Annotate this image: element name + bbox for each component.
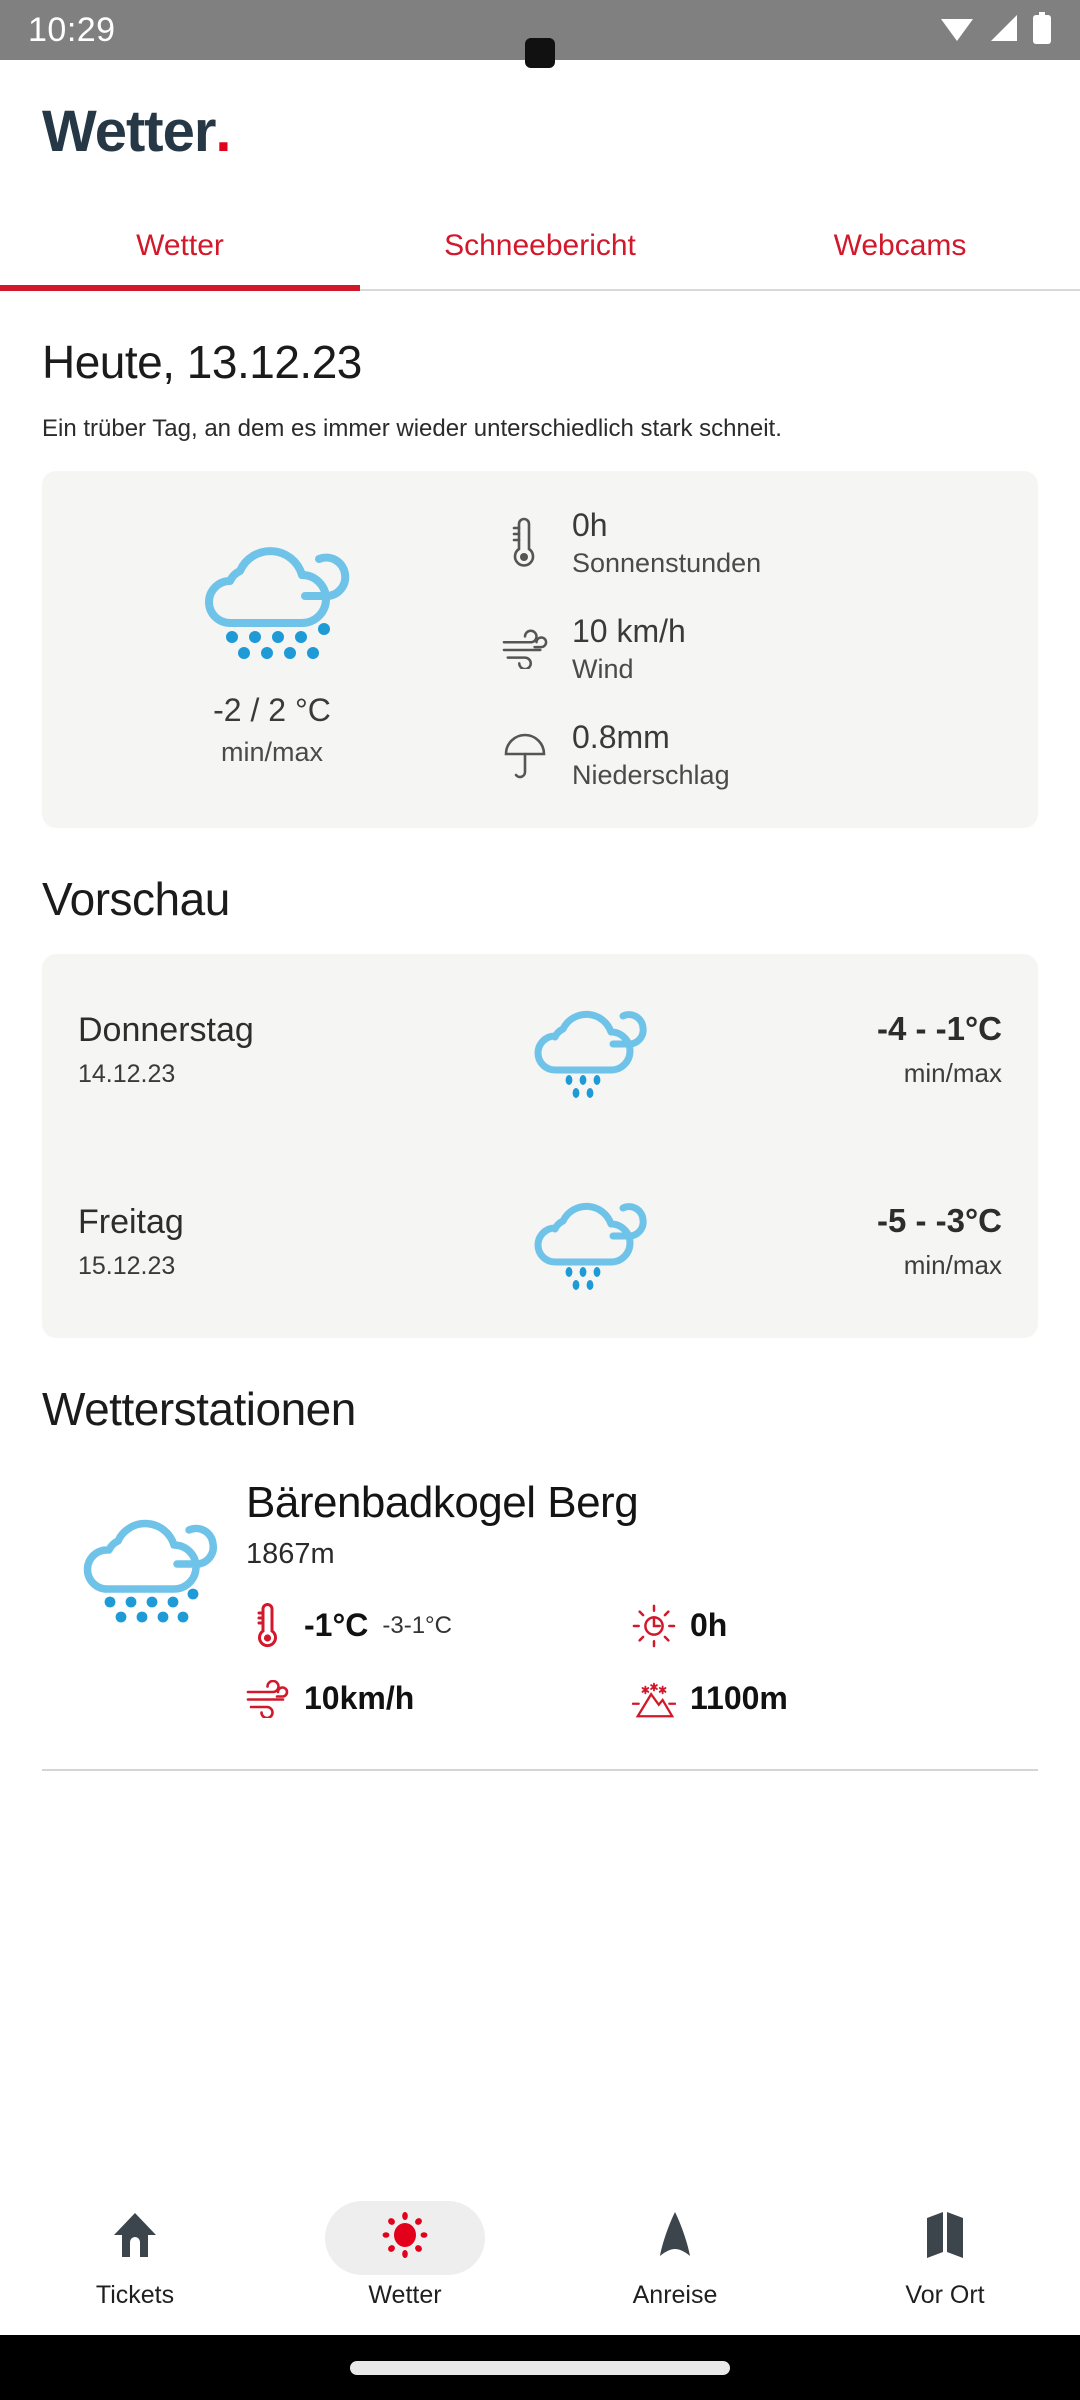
forecast-day: Freitag 15.12.23	[42, 1203, 442, 1281]
station-altitude: 1867m	[246, 1537, 335, 1570]
tab-webcams[interactable]: Webcams	[720, 213, 1080, 289]
forecast-card: Donnerstag 14.12.23 -4 - -1°C min/max Fr…	[42, 953, 1038, 1338]
station-name: Bärenbadkogel Berg	[246, 1477, 639, 1527]
camera-notch	[525, 38, 555, 68]
stat-sonnenstunden: 0h Sonnenstunden	[502, 507, 1038, 579]
today-card[interactable]: -2 / 2 °C min/max 0h Sonnenstunden 10 km…	[42, 471, 1038, 828]
forecast-range-label: min/max	[903, 1250, 1002, 1281]
station-stat-value: 0h	[690, 1607, 728, 1644]
rain-cloud-icon	[442, 1192, 738, 1292]
station-stat-value: -1°C	[304, 1607, 369, 1644]
stat-value: 0.8mm	[572, 719, 670, 756]
stat-wind: 10 km/h Wind	[502, 613, 1038, 685]
today-stats: 0h Sonnenstunden 10 km/h Wind 0.8mm Nied…	[502, 507, 1038, 792]
stat-niederschlag: 0.8mm Niederschlag	[502, 719, 1038, 791]
gesture-bar	[0, 2335, 1080, 2400]
section-divider	[42, 1768, 1038, 1771]
forecast-day-name: Donnerstag	[78, 1010, 254, 1049]
app-brand: Wetter.	[0, 60, 1080, 165]
tab-bar[interactable]: Wetter Schneebericht Webcams	[0, 213, 1080, 291]
nav-pill-active	[325, 2200, 485, 2275]
bottom-navigation[interactable]: Tickets Wetter Anreise Vor Ort	[0, 2175, 1080, 2335]
station-stat-value: 1100m	[690, 1680, 788, 1717]
wifi-icon	[940, 13, 974, 48]
map-icon	[923, 2210, 967, 2265]
forecast-range: -5 - -3°C	[876, 1202, 1002, 1240]
station-stats: -1°C -3-1°C 0h 10km/h 1100m	[246, 1601, 1018, 1721]
forecast-day: Donnerstag 14.12.23	[42, 1011, 442, 1089]
nav-label: Wetter	[368, 2280, 442, 2309]
forecast-day-date: 14.12.23	[78, 1059, 176, 1088]
nav-item-vorort[interactable]: Vor Ort	[810, 2201, 1080, 2310]
station-stat-sunhours: 0h	[632, 1601, 1018, 1651]
forecast-temps: -5 - -3°C min/max	[738, 1202, 1038, 1281]
forecast-temps: -4 - -1°C min/max	[738, 1010, 1038, 1089]
station-stat-sub: -3-1°C	[382, 1611, 452, 1639]
wind-icon	[246, 1679, 290, 1718]
navigation-arrow-icon	[655, 2210, 695, 2265]
station-row[interactable]: Bärenbadkogel Berg 1867m -1°C -3-1°C 0h …	[42, 1478, 1038, 1721]
nav-item-anreise[interactable]: Anreise	[540, 2201, 810, 2310]
forecast-title: Vorschau	[42, 872, 230, 925]
wind-icon	[502, 629, 548, 670]
forecast-range: -4 - -1°C	[876, 1010, 1002, 1048]
nav-item-tickets[interactable]: Tickets	[0, 2201, 270, 2310]
station-stat-temperature: -1°C -3-1°C	[246, 1601, 632, 1651]
battery-icon	[1032, 11, 1052, 49]
signal-icon	[988, 13, 1018, 48]
nav-label: Vor Ort	[905, 2280, 985, 2309]
forecast-section: Vorschau Donnerstag 14.12.23 -4 - -1°C m…	[0, 872, 1080, 1338]
today-temperature: -2 / 2 °C	[213, 691, 331, 728]
gesture-pill[interactable]	[350, 2360, 730, 2375]
today-section: Heute, 13.12.23 Ein trüber Tag, an dem e…	[0, 335, 1080, 828]
sun-icon	[377, 2207, 433, 2268]
thermometer-icon	[502, 515, 548, 571]
snow-cloud-icon	[187, 531, 357, 666]
station-body: Bärenbadkogel Berg 1867m -1°C -3-1°C 0h …	[246, 1478, 1038, 1721]
nav-label: Anreise	[632, 2280, 718, 2309]
stations-section: Wetterstationen Bärenbadkogel Berg 1867m	[0, 1382, 1080, 1771]
nav-pill	[595, 2201, 755, 2275]
station-stat-snowline: 1100m	[632, 1677, 1018, 1721]
thermometer-icon	[246, 1601, 290, 1651]
status-time: 10:29	[28, 10, 116, 49]
forecast-row[interactable]: Freitag 15.12.23 -5 - -3°C min/max	[42, 1146, 1038, 1338]
nav-label: Tickets	[95, 2280, 175, 2309]
today-description: Ein trüber Tag, an dem es immer wieder u…	[42, 415, 782, 442]
today-temperature-label: min/max	[220, 736, 323, 767]
stat-label: Niederschlag	[572, 760, 730, 791]
brand-name: Wetter	[42, 99, 216, 164]
rain-cloud-icon	[442, 1000, 738, 1100]
forecast-day-name: Freitag	[78, 1202, 184, 1241]
tab-schneebericht[interactable]: Schneebericht	[360, 213, 720, 289]
today-title: Heute, 13.12.23	[42, 336, 362, 388]
station-stat-value: 10km/h	[304, 1680, 415, 1717]
tab-wetter[interactable]: Wetter	[0, 213, 360, 289]
sun-hours-icon	[632, 1603, 676, 1649]
status-icons	[940, 11, 1052, 49]
today-summary: -2 / 2 °C min/max	[42, 507, 502, 792]
stat-label: Wind	[572, 653, 634, 684]
stat-value: 10 km/h	[572, 613, 686, 650]
snowline-mountain-icon	[632, 1677, 676, 1721]
nav-pill	[55, 2201, 215, 2275]
umbrella-icon	[502, 730, 548, 780]
home-icon	[112, 2211, 158, 2264]
forecast-row[interactable]: Donnerstag 14.12.23 -4 - -1°C min/max	[42, 954, 1038, 1146]
tab-active-indicator	[0, 285, 360, 291]
brand-dot: .	[215, 99, 231, 164]
stations-title: Wetterstationen	[42, 1382, 356, 1435]
forecast-range-label: min/max	[903, 1058, 1002, 1089]
station-stat-wind: 10km/h	[246, 1677, 632, 1721]
stat-label: Sonnenstunden	[572, 547, 762, 578]
stat-value: 0h	[572, 507, 608, 543]
nav-pill	[865, 2201, 1025, 2275]
nav-item-wetter[interactable]: Wetter	[270, 2200, 540, 2310]
forecast-day-date: 15.12.23	[78, 1251, 176, 1280]
snow-cloud-icon	[46, 1478, 246, 1721]
